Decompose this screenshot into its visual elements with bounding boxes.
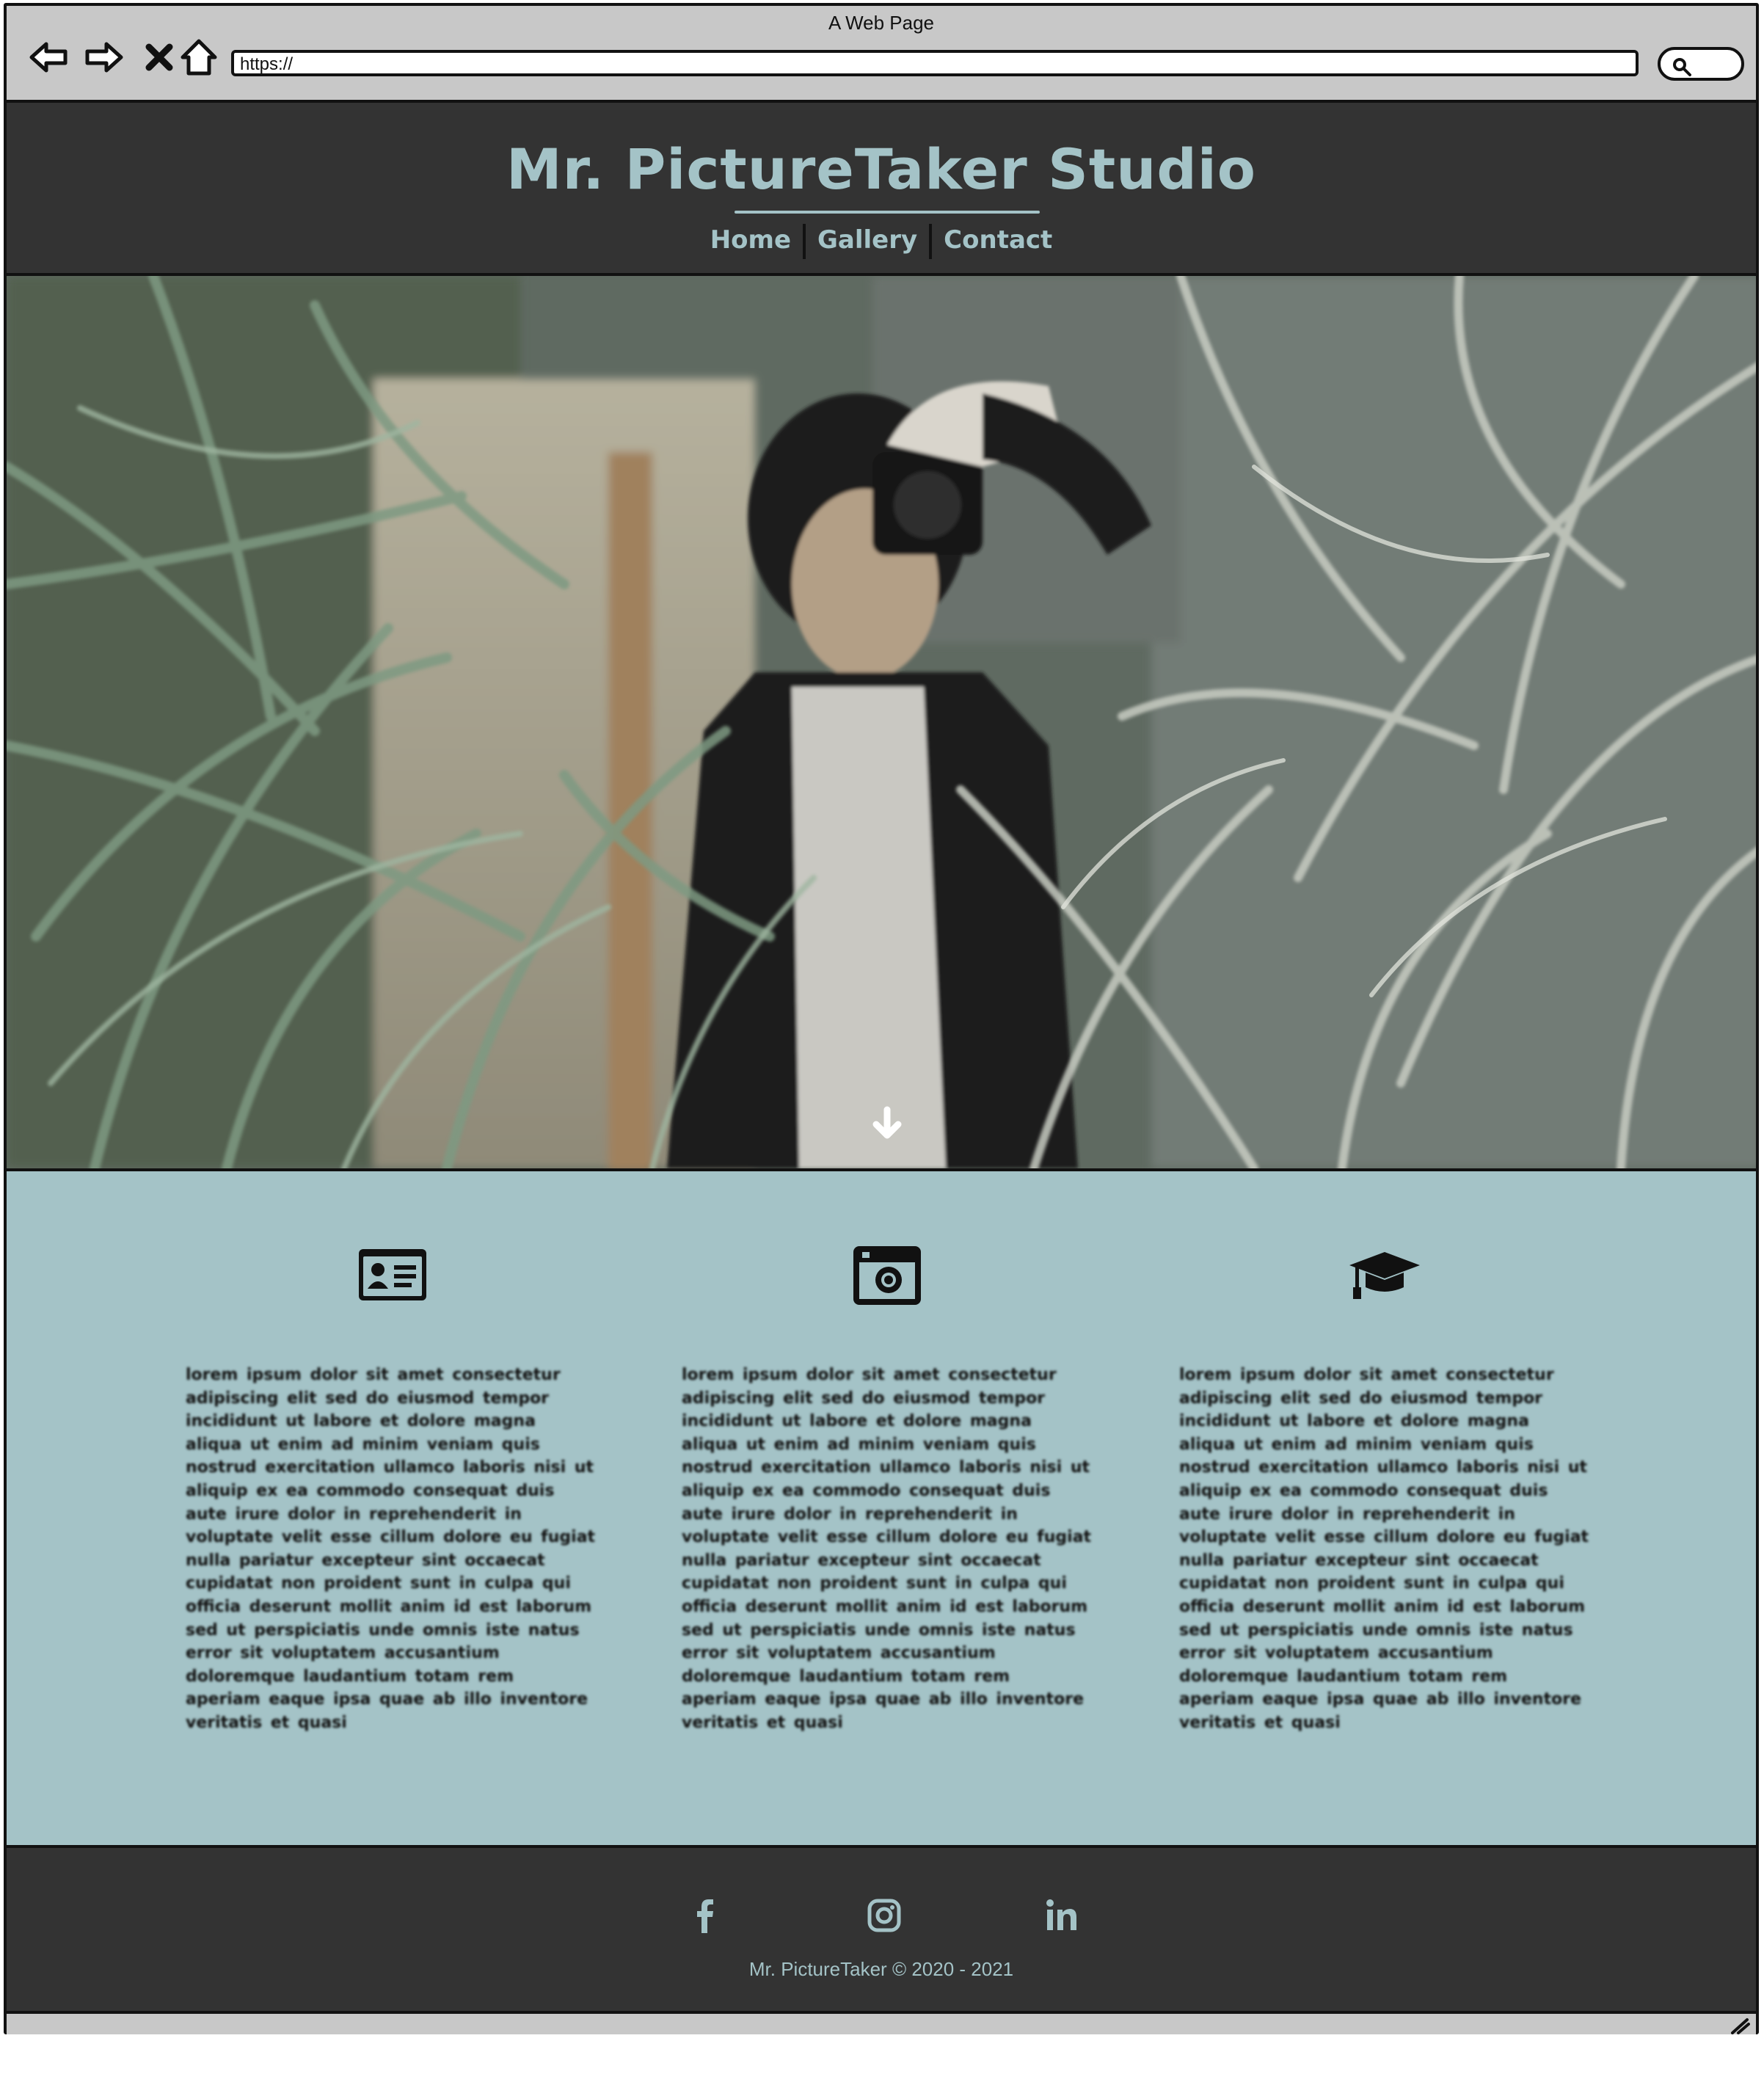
nav-gallery[interactable]: Gallery — [806, 222, 929, 258]
id-card-icon — [356, 1242, 429, 1308]
search-button[interactable] — [1658, 47, 1744, 81]
nav-home[interactable]: Home — [699, 222, 803, 258]
info-column-photography: lorem ipsum dolor sit amet consectetur a… — [682, 1171, 1093, 1845]
facebook-icon[interactable] — [683, 1893, 727, 1937]
page-title: Mr. PictureTaker Studio — [506, 137, 1257, 202]
info-text-education: lorem ipsum dolor sit amet consectetur a… — [1179, 1366, 1589, 1732]
nav-contact[interactable]: Contact — [932, 222, 1064, 258]
instagram-icon[interactable] — [862, 1893, 906, 1937]
info-section: lorem ipsum dolor sit amet consectetur a… — [7, 1168, 1756, 1848]
home-icon[interactable] — [177, 35, 221, 79]
resize-grip-icon[interactable] — [1730, 2017, 1750, 2034]
hero-photo — [7, 276, 1756, 1168]
address-bar[interactable]: https:// — [231, 50, 1639, 76]
linkedin-icon[interactable] — [1040, 1893, 1084, 1937]
address-text: https:// — [240, 54, 294, 74]
camera-icon — [850, 1242, 924, 1308]
browser-toolbar: A Web Page https:// — [7, 6, 1756, 98]
forward-arrow-icon[interactable] — [81, 35, 125, 79]
close-icon[interactable] — [139, 35, 183, 79]
main-nav: Home Gallery Contact — [7, 222, 1756, 259]
back-arrow-icon[interactable] — [27, 35, 71, 79]
copyright-text: Mr. PictureTaker © 2020 - 2021 — [748, 1958, 1014, 1980]
browser-status-bar — [7, 2011, 1756, 2034]
arrow-down-icon[interactable] — [869, 1105, 905, 1142]
site-footer: Mr. PictureTaker © 2020 - 2021 — [7, 1848, 1756, 2011]
site-header: Mr. PictureTaker Studio Home Gallery Conta… — [7, 100, 1756, 276]
hero-image — [7, 276, 1756, 1168]
title-underline — [735, 211, 1040, 214]
search-icon — [1673, 58, 1691, 76]
browser-window: A Web Page https:// Mr. PictureTaker Stu… — [4, 3, 1759, 2034]
info-column-education: lorem ipsum dolor sit amet consectetur a… — [1179, 1171, 1590, 1845]
graduation-cap-icon — [1348, 1242, 1421, 1308]
info-text-about: lorem ipsum dolor sit amet consectetur a… — [186, 1366, 596, 1732]
window-title: A Web Page — [828, 12, 935, 34]
info-column-about: lorem ipsum dolor sit amet consectetur a… — [186, 1171, 597, 1845]
info-text-photography: lorem ipsum dolor sit amet consectetur a… — [682, 1366, 1092, 1732]
